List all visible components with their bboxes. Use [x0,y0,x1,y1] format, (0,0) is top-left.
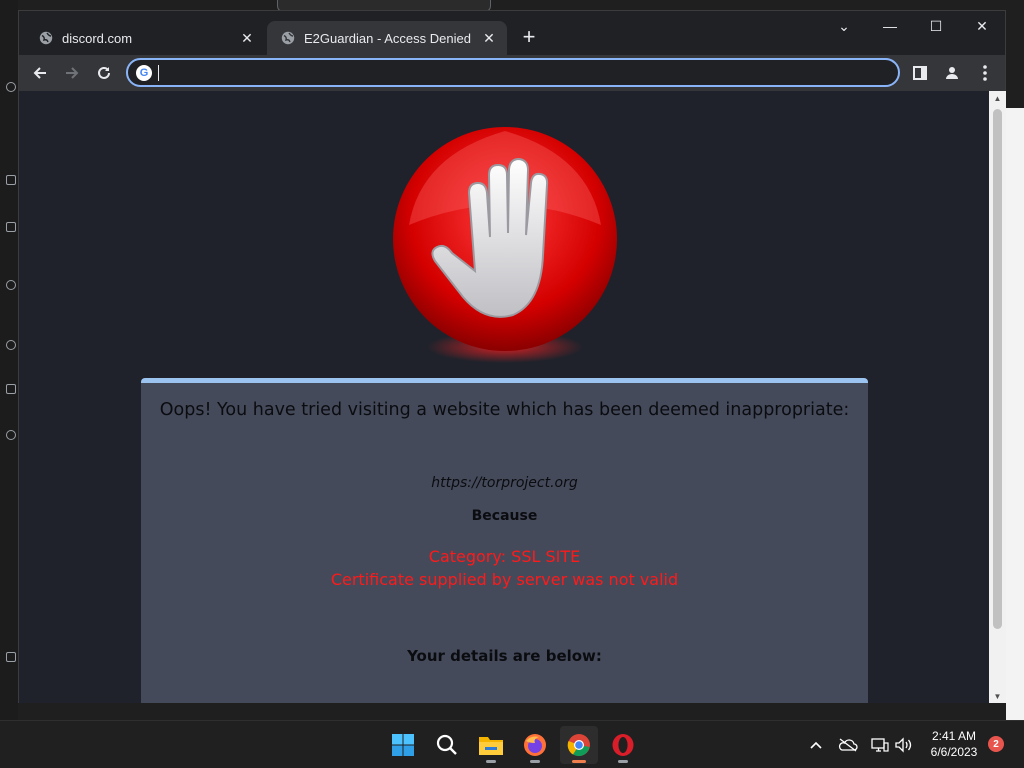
file-explorer-button[interactable] [472,726,510,764]
rail-icon [6,82,16,92]
back-arrow-icon [33,67,46,79]
new-tab-button[interactable]: + [517,24,541,49]
tab-strip: discord.com ✕ E2Guardian - Access Denied… [19,11,1005,55]
reason-category: Category: SSL SITE [428,547,581,566]
profile-icon [946,67,958,79]
reload-button[interactable] [91,60,117,86]
tab-title: E2Guardian - Access Denied [304,30,471,46]
forward-arrow-icon [66,67,79,79]
background-app-rail [0,0,18,720]
search-icon [436,734,457,755]
onedrive-offline-icon [838,738,858,752]
rail-icon [6,340,16,350]
network-button[interactable] [870,735,890,755]
google-g-icon: G [136,64,152,81]
running-indicator [530,760,540,763]
address-bar[interactable]: G [126,58,900,87]
tab-discord[interactable]: discord.com ✕ [25,21,265,55]
page-scrollbar[interactable]: ▲ ▼ [989,91,1006,703]
stop-hand-icon [393,127,617,363]
firefox-button[interactable] [516,726,554,764]
tab-close-button[interactable]: ✕ [239,30,255,46]
chrome-button[interactable] [560,726,598,764]
scrollbar-thumb[interactable] [993,109,1002,629]
because-label: Because [471,508,538,524]
chevron-up-icon [810,741,822,749]
volume-button[interactable] [894,735,914,755]
speaker-icon [895,737,912,753]
tab-title: discord.com [62,30,133,46]
folder-icon [479,737,503,755]
tab-close-button[interactable]: ✕ [481,30,497,46]
taskbar: 2:41 AM 6/6/2023 2 [0,720,1024,768]
reload-icon [98,66,110,79]
start-button[interactable] [384,726,422,764]
rail-icon [6,222,16,232]
browser-window: discord.com ✕ E2Guardian - Access Denied… [18,10,1006,703]
notification-badge[interactable]: 2 [988,736,1004,752]
close-window-button[interactable]: ✕ [959,11,1005,41]
active-indicator [572,760,586,763]
menu-button[interactable] [972,60,998,86]
running-indicator [486,760,496,763]
page-viewport: Oops! You have tried visiting a website … [19,91,989,703]
system-clock[interactable]: 2:41 AM 6/6/2023 [920,728,988,760]
background-app-panel [1006,108,1024,720]
maximize-button[interactable]: ☐ [913,11,959,41]
running-indicator [618,760,628,763]
reason-detail: Certificate supplied by server was not v… [330,570,679,589]
denied-headline: Oops! You have tried visiting a website … [159,400,850,420]
side-panel-icon [913,66,927,80]
address-input[interactable] [159,64,898,81]
tab-search-button[interactable]: ⌄ [821,11,867,41]
rail-icon [6,652,16,662]
window-controls: ⌄ — ☐ ✕ [821,11,1005,41]
network-icon [871,738,889,752]
rail-icon [6,175,16,185]
scroll-down-arrow-icon[interactable]: ▼ [989,689,1006,703]
globe-icon [281,31,295,45]
clock-date: 6/6/2023 [930,745,978,759]
taskbar-search-button[interactable] [428,726,466,764]
details-label: Your details are below: [407,647,602,665]
tab-access-denied[interactable]: E2Guardian - Access Denied ✕ [267,21,507,55]
windows-start-icon [392,734,414,756]
access-denied-card: Oops! You have tried visiting a website … [141,378,868,703]
globe-icon [39,31,53,45]
profile-button[interactable] [939,60,965,86]
rail-icon [6,280,16,290]
onedrive-button[interactable] [838,735,858,755]
opera-icon [612,734,634,756]
clock-time: 2:41 AM [931,729,977,743]
blocked-url: https://torproject.org [431,475,578,491]
rail-icon [6,384,16,394]
side-panel-button[interactable] [907,60,933,86]
rail-icon [6,430,16,440]
chrome-icon [567,734,590,757]
opera-button[interactable] [604,726,642,764]
firefox-icon [524,734,546,756]
browser-toolbar: G [19,55,1005,91]
scroll-up-arrow-icon[interactable]: ▲ [989,91,1006,105]
forward-button[interactable] [59,60,85,86]
minimize-button[interactable]: — [867,11,913,41]
show-hidden-icons-button[interactable] [806,735,826,755]
kebab-menu-icon [983,65,987,81]
back-button[interactable] [27,60,53,86]
